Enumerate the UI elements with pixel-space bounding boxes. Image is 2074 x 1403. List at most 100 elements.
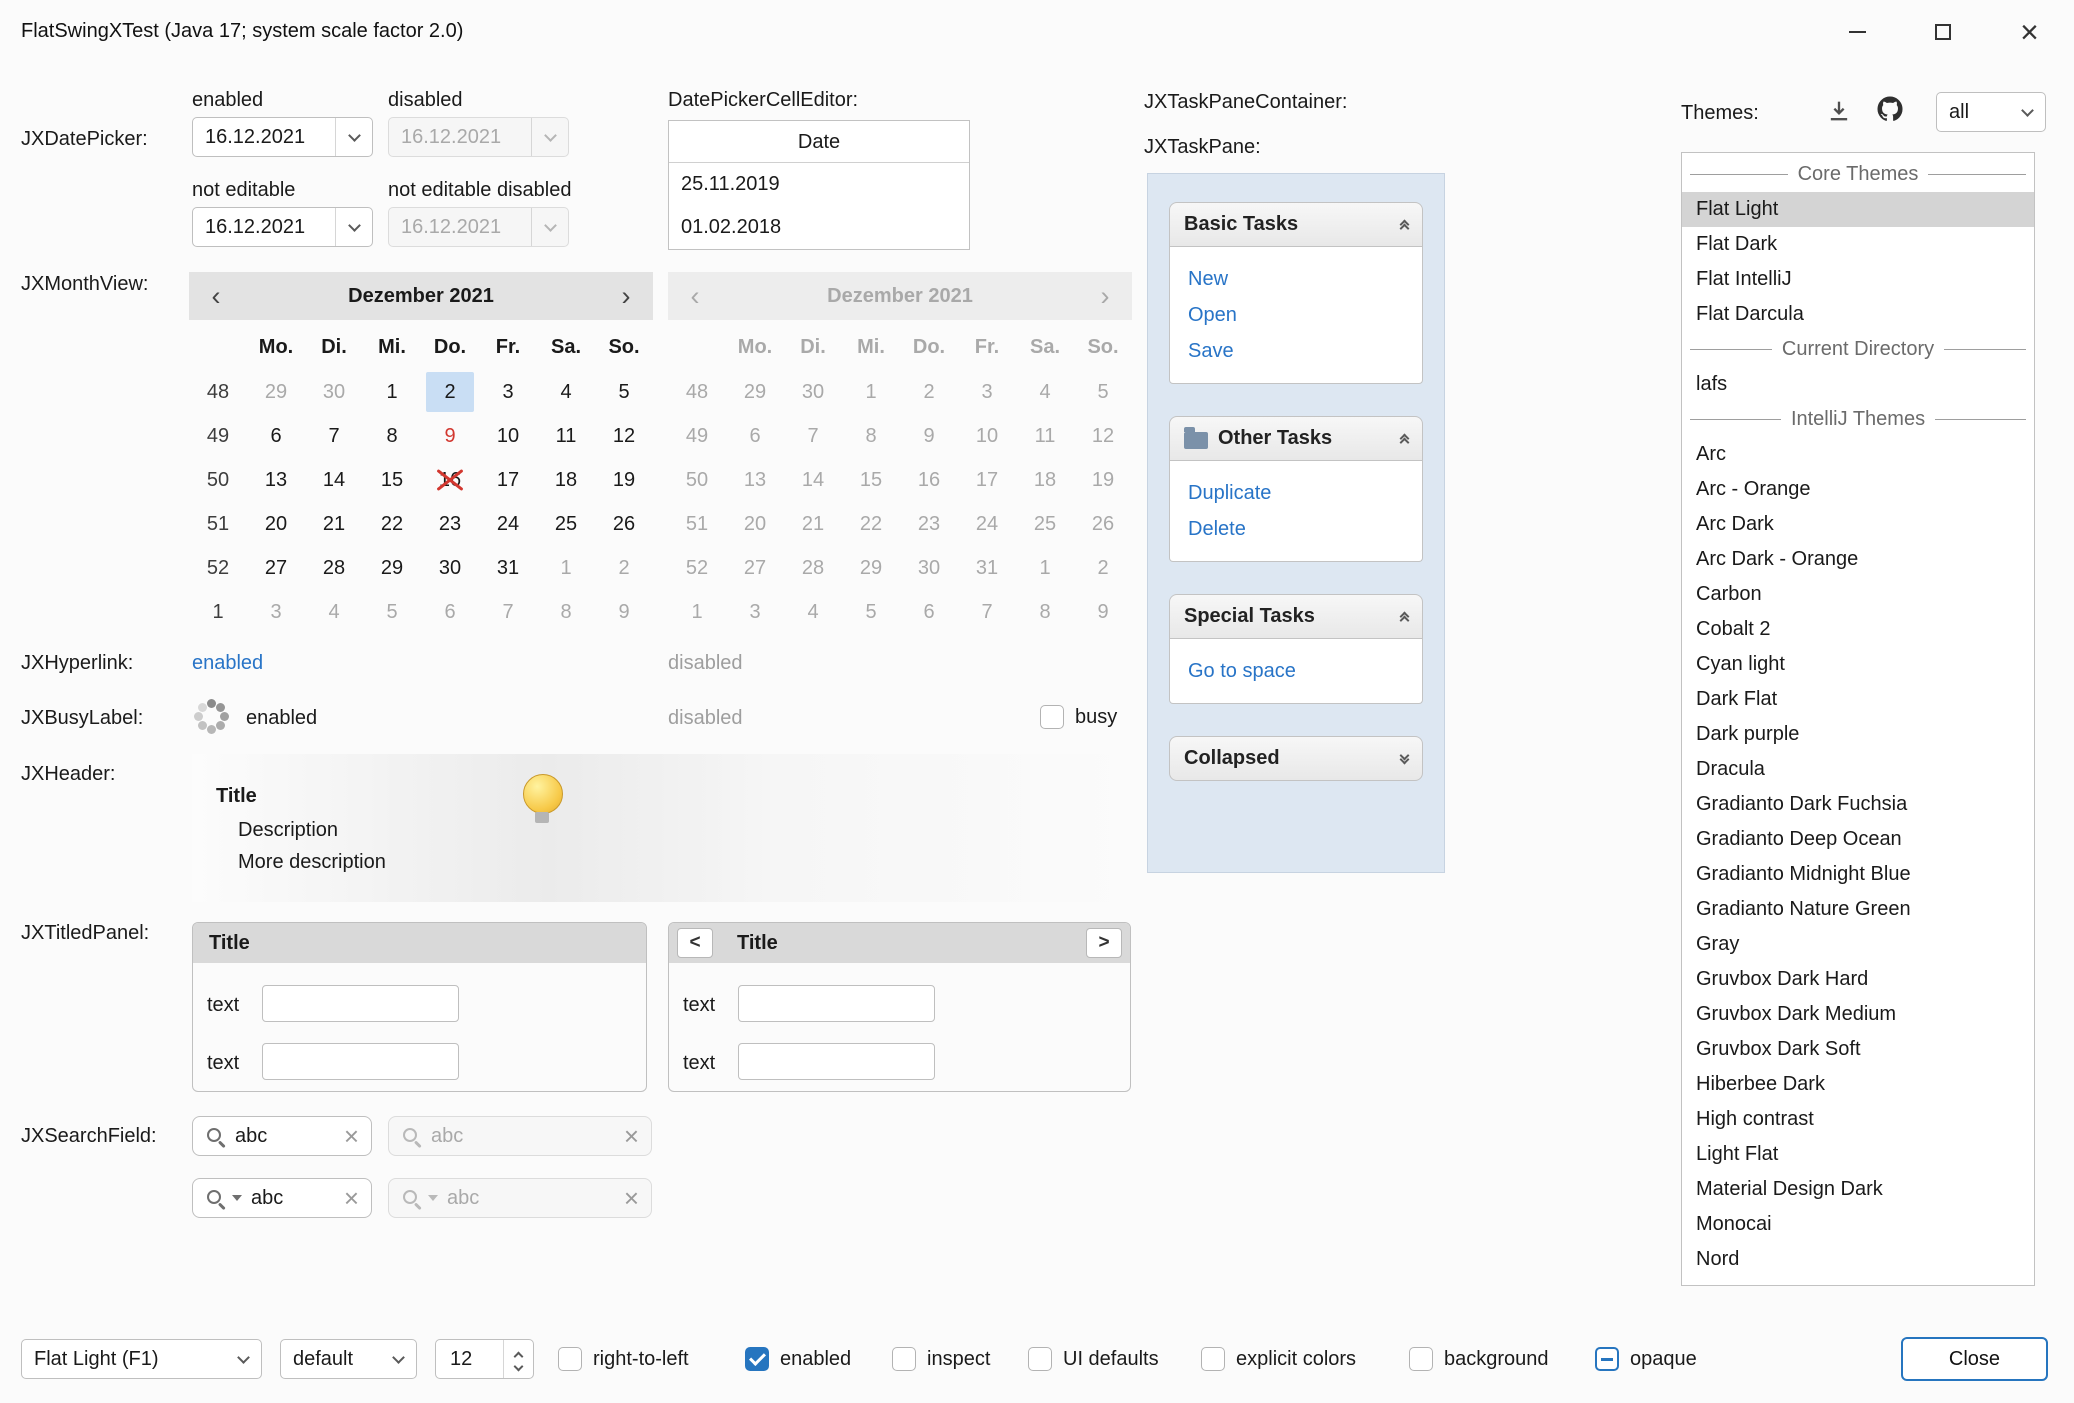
checkbox-box[interactable]	[892, 1347, 916, 1371]
taskpane-link[interactable]: Delete	[1188, 511, 1404, 547]
calendar-day[interactable]: 23	[426, 504, 474, 544]
theme-list-item[interactable]: Gray	[1682, 927, 2034, 962]
checkbox-box[interactable]	[558, 1347, 582, 1371]
text-input[interactable]	[738, 985, 935, 1022]
checkbox-box[interactable]	[745, 1347, 769, 1371]
github-icon[interactable]	[1874, 93, 1906, 125]
calendar-day[interactable]: 2	[426, 372, 474, 412]
datepicker-not-editable[interactable]: 16.12.2021	[192, 207, 373, 247]
calendar-day[interactable]: 6	[426, 592, 474, 632]
font-combo[interactable]: default	[280, 1339, 417, 1379]
calendar-day[interactable]: 30	[310, 372, 358, 412]
next-month-button[interactable]: ›	[603, 272, 649, 320]
calendar-day[interactable]: 13	[252, 460, 300, 500]
spinner-up-icon[interactable]	[514, 1351, 524, 1361]
theme-list-item[interactable]: Hiberbee Dark	[1682, 1067, 2034, 1102]
theme-list-item[interactable]: Arc Dark - Orange	[1682, 542, 2034, 577]
calendar-day[interactable]: 5	[600, 372, 648, 412]
checkbox-box[interactable]	[1595, 1347, 1619, 1371]
calendar-day[interactable]: 20	[252, 504, 300, 544]
table-row[interactable]: 25.11.2019	[669, 163, 969, 206]
calendar-day[interactable]: 31	[484, 548, 532, 588]
taskpane-link[interactable]: Open	[1188, 297, 1404, 333]
calendar-day[interactable]: 5	[368, 592, 416, 632]
theme-list-item[interactable]: High contrast	[1682, 1102, 2034, 1137]
calendar-day[interactable]: 24	[484, 504, 532, 544]
theme-list-item[interactable]: Gruvbox Dark Hard	[1682, 962, 2034, 997]
font-size-value[interactable]: 12	[450, 1348, 503, 1371]
theme-list-item[interactable]: Flat Dark	[1682, 227, 2034, 262]
month-view-enabled[interactable]: ‹ Dezember 2021 › Mo.Di.Mi.Do.Fr.Sa.So. …	[189, 272, 653, 634]
clear-icon[interactable]: ×	[344, 1123, 359, 1149]
taskpane-title[interactable]: Special Tasks	[1169, 594, 1423, 639]
calendar-day[interactable]: 29	[368, 548, 416, 588]
theme-list-item[interactable]: Gruvbox Dark Medium	[1682, 997, 2034, 1032]
close-window-button[interactable]: ×	[1998, 0, 2061, 63]
theme-list-item[interactable]: Dracula	[1682, 752, 2034, 787]
checkbox-enabled[interactable]: enabled	[745, 1341, 851, 1377]
calendar-day[interactable]: 21	[310, 504, 358, 544]
theme-list-item[interactable]: Light Flat	[1682, 1137, 2034, 1172]
checkbox-busy[interactable]: busy	[1040, 705, 1117, 729]
calendar-day[interactable]: 18	[542, 460, 590, 500]
theme-list-item[interactable]: Monocai	[1682, 1207, 2034, 1242]
maximize-button[interactable]	[1911, 0, 1974, 63]
calendar-day[interactable]: 28	[310, 548, 358, 588]
theme-list-item[interactable]: Flat IntelliJ	[1682, 262, 2034, 297]
calendar-day[interactable]: 17	[484, 460, 532, 500]
checkbox-explicit-colors[interactable]: explicit colors	[1201, 1341, 1356, 1377]
theme-list-item[interactable]: Dark purple	[1682, 717, 2034, 752]
theme-list-item[interactable]: Arc	[1682, 437, 2034, 472]
taskpane-link[interactable]: Save	[1188, 333, 1404, 369]
calendar-day[interactable]: 2	[600, 548, 648, 588]
theme-list-item[interactable]: Cyan light	[1682, 647, 2034, 682]
table-row[interactable]: 01.02.2018	[669, 206, 969, 249]
datepicker-enabled[interactable]: 16.12.2021	[192, 117, 373, 157]
hyperlink-enabled[interactable]: enabled	[192, 649, 263, 677]
taskpane-link[interactable]: Go to space	[1188, 653, 1404, 689]
theme-list-item[interactable]: Gradianto Midnight Blue	[1682, 857, 2034, 892]
calendar-day[interactable]: 8	[368, 416, 416, 456]
spinner-down-icon[interactable]	[514, 1361, 524, 1371]
taskpane-link[interactable]: New	[1188, 261, 1404, 297]
calendar-day[interactable]: 30	[426, 548, 474, 588]
theme-list-item[interactable]: Gradianto Deep Ocean	[1682, 822, 2034, 857]
calendar-day[interactable]: 4	[310, 592, 358, 632]
taskpane-title[interactable]: Other Tasks	[1169, 416, 1423, 461]
theme-list-item[interactable]: Flat Darcula	[1682, 297, 2034, 332]
taskpane-title[interactable]: Basic Tasks	[1169, 202, 1423, 247]
search-field-enabled[interactable]: abc ×	[192, 1116, 372, 1156]
theme-list-item[interactable]: Gruvbox Dark Soft	[1682, 1032, 2034, 1067]
text-input[interactable]	[262, 985, 459, 1022]
search-input[interactable]: abc	[235, 1125, 335, 1148]
theme-list-item[interactable]: Gradianto Nature Green	[1682, 892, 2034, 927]
calendar-day[interactable]: 16	[426, 460, 474, 500]
search-field-with-menu-enabled[interactable]: abc ×	[192, 1178, 372, 1218]
spinner-buttons[interactable]	[503, 1340, 533, 1378]
calendar-day[interactable]: 10	[484, 416, 532, 456]
prev-month-button[interactable]: ‹	[193, 272, 239, 320]
calendar-day[interactable]: 26	[600, 504, 648, 544]
calendar-day[interactable]: 11	[542, 416, 590, 456]
calendar-day[interactable]: 29	[252, 372, 300, 412]
text-input[interactable]	[262, 1043, 459, 1080]
calendar-day[interactable]: 8	[542, 592, 590, 632]
calendar-day[interactable]: 25	[542, 504, 590, 544]
calendar-day[interactable]: 14	[310, 460, 358, 500]
panel-next-button[interactable]: >	[1086, 928, 1122, 958]
calendar-day[interactable]: 9	[426, 416, 474, 456]
calendar-day[interactable]: 15	[368, 460, 416, 500]
checkbox-box[interactable]	[1201, 1347, 1225, 1371]
calendar-day[interactable]: 27	[252, 548, 300, 588]
calendar-day[interactable]: 9	[600, 592, 648, 632]
combo-dropdown-button[interactable]	[225, 1340, 261, 1378]
combo-dropdown-button[interactable]	[2009, 93, 2045, 131]
theme-list-item[interactable]: Gradianto Dark Fuchsia	[1682, 787, 2034, 822]
laf-combo[interactable]: Flat Light (F1)	[21, 1339, 262, 1379]
checkbox-ui-defaults[interactable]: UI defaults	[1028, 1341, 1159, 1377]
theme-list-item[interactable]: Nord	[1682, 1242, 2034, 1277]
datepicker-dropdown-button[interactable]	[336, 118, 372, 156]
panel-prev-button[interactable]: <	[677, 928, 713, 958]
theme-list-item[interactable]: lafs	[1682, 367, 2034, 402]
checkbox-inspect[interactable]: inspect	[892, 1341, 990, 1377]
